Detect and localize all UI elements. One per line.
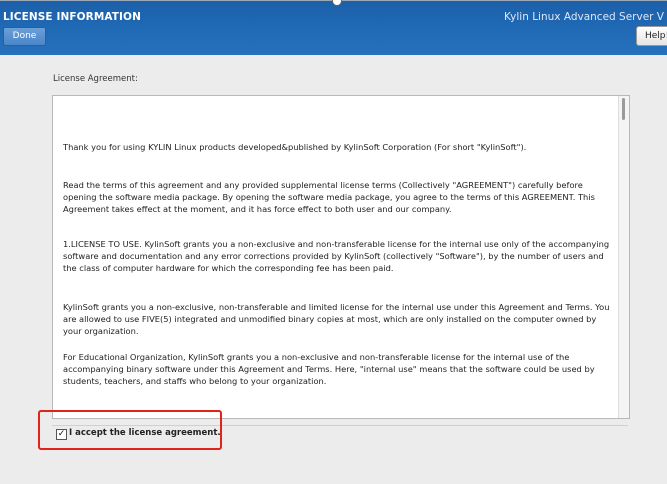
done-button[interactable]: Done	[3, 27, 46, 46]
header-bar: LICENSE INFORMATION Kylin Linux Advanced…	[0, 0, 667, 55]
resize-handle-icon[interactable]	[332, 0, 342, 6]
scrollbar[interactable]	[618, 96, 629, 418]
license-information-screen: LICENSE INFORMATION Kylin Linux Advanced…	[0, 0, 667, 484]
highlight-annotation	[38, 410, 222, 450]
scrollbar-thumb[interactable]	[622, 98, 625, 120]
license-paragraph: 1.LICENSE TO USE. KylinSoft grants you a…	[63, 239, 610, 273]
license-paragraph: For Educational Organization, KylinSoft …	[63, 352, 595, 386]
product-title: Kylin Linux Advanced Server V	[504, 11, 664, 23]
license-paragraph: Thank you for using KYLIN Linux products…	[63, 142, 527, 152]
help-button[interactable]: Help!	[636, 26, 667, 46]
license-paragraph: Read the terms of this agreement and any…	[63, 180, 595, 214]
license-text-area[interactable]: Thank you for using KYLIN Linux products…	[52, 95, 630, 419]
license-agreement-label: License Agreement:	[53, 74, 138, 84]
page-title: LICENSE INFORMATION	[3, 11, 141, 23]
license-paragraph: KylinSoft grants you a non-exclusive, no…	[63, 302, 610, 336]
